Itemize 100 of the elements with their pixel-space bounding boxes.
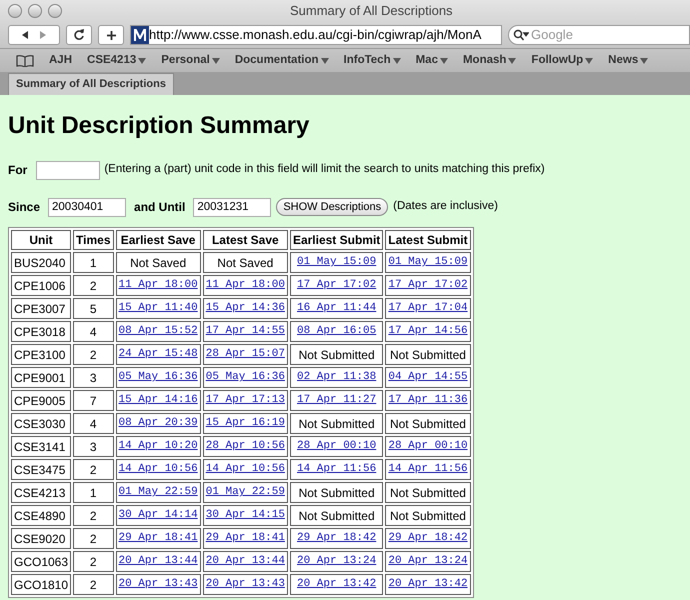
- table-cell: CPE9005: [11, 390, 72, 411]
- date-link[interactable]: 20 Apr 13:42: [385, 574, 471, 595]
- date-link[interactable]: 29 Apr 18:41: [202, 528, 288, 549]
- table-cell: 3: [73, 367, 114, 388]
- window-control-icon[interactable]: [28, 4, 42, 18]
- date-link[interactable]: 17 Apr 11:36: [385, 390, 471, 411]
- until-date-field[interactable]: 20031231: [193, 198, 272, 216]
- table-cell: Not Saved: [116, 252, 201, 273]
- date-link[interactable]: 20 Apr 13:44: [202, 551, 288, 572]
- add-bookmark-button[interactable]: [98, 25, 124, 45]
- table-cell: Not Submitted: [385, 505, 471, 526]
- date-link[interactable]: 15 Apr 16:19: [202, 413, 288, 434]
- date-link[interactable]: 11 Apr 18:00: [116, 275, 201, 296]
- date-link[interactable]: 24 Apr 15:48: [116, 344, 201, 365]
- date-link[interactable]: 08 Apr 15:52: [116, 321, 201, 342]
- back-forward-button[interactable]: [8, 25, 60, 45]
- bookmark-item[interactable]: News: [608, 52, 648, 70]
- date-link[interactable]: 02 Apr 11:38: [290, 367, 384, 388]
- date-link[interactable]: 28 Apr 10:56: [202, 436, 288, 457]
- dropdown-caret-icon: [212, 58, 220, 64]
- table-cell: GCO1810: [11, 574, 72, 595]
- field-label: Since: [8, 199, 40, 216]
- date-link[interactable]: 01 May 22:59: [202, 482, 288, 503]
- bookmark-item[interactable]: Documentation: [234, 52, 329, 70]
- bookmark-item[interactable]: CSE4213: [87, 52, 146, 70]
- date-link[interactable]: 04 Apr 14:55: [385, 367, 471, 388]
- table-cell: CSE4890: [11, 505, 72, 526]
- date-link[interactable]: 20 Apr 13:24: [290, 551, 384, 572]
- dropdown-caret-icon: [320, 58, 329, 64]
- date-link[interactable]: 17 Apr 17:02: [290, 275, 384, 296]
- date-link[interactable]: 17 Apr 17:13: [202, 390, 288, 411]
- bookmark-item[interactable]: InfoTech: [344, 52, 401, 70]
- table-cell: CPE1006: [11, 275, 72, 296]
- table-cell: 5: [73, 298, 114, 319]
- date-link[interactable]: 05 May 16:36: [116, 367, 201, 388]
- date-link[interactable]: 30 Apr 14:14: [116, 505, 201, 526]
- date-link[interactable]: 20 Apr 13:43: [202, 574, 288, 595]
- date-link[interactable]: 29 Apr 18:41: [116, 528, 201, 549]
- show-descriptions-button[interactable]: SHOW Descriptions: [276, 198, 388, 216]
- table-cell: CPE9001: [11, 367, 72, 388]
- date-link[interactable]: 01 May 15:09: [385, 252, 471, 273]
- date-link[interactable]: 20 Apr 13:43: [116, 574, 201, 595]
- bookmark-item[interactable]: Monash: [462, 52, 516, 70]
- date-link[interactable]: 28 Apr 00:10: [385, 436, 471, 457]
- bookmark-item[interactable]: AJH: [49, 52, 72, 70]
- date-link[interactable]: 17 Apr 17:04: [385, 298, 471, 319]
- address-field[interactable]: http://www.csse.monash.edu.au/cgi-bin/cgiwrap/ajh/MonA: [130, 25, 502, 45]
- table-cell: Not Submitted: [290, 505, 384, 526]
- bookmark-item[interactable]: Personal: [161, 52, 220, 70]
- dropdown-caret-icon: [138, 58, 146, 64]
- table-cell: 2: [73, 528, 114, 549]
- date-link[interactable]: 15 Apr 14:36: [202, 298, 288, 319]
- date-link[interactable]: 01 May 15:09: [290, 252, 384, 273]
- table-cell: GCO1063: [11, 551, 72, 572]
- date-link[interactable]: 16 Apr 11:44: [290, 298, 384, 319]
- table-cell: 1: [73, 482, 114, 503]
- bookmark-item[interactable]: FollowUp: [531, 52, 594, 70]
- browser-tab[interactable]: Summary of All Descriptions: [8, 73, 174, 95]
- date-link[interactable]: 17 Apr 14:55: [202, 321, 288, 342]
- table-cell: 2: [73, 344, 114, 365]
- window-control-icon[interactable]: [48, 4, 62, 18]
- date-link[interactable]: 14 Apr 10:56: [116, 459, 201, 480]
- table-cell: Not Submitted: [290, 344, 384, 365]
- date-link[interactable]: 08 Apr 20:39: [116, 413, 201, 434]
- date-link[interactable]: 14 Apr 11:56: [385, 459, 471, 480]
- date-link[interactable]: 11 Apr 18:00: [202, 275, 288, 296]
- date-link[interactable]: 29 Apr 18:42: [385, 528, 471, 549]
- date-link[interactable]: 29 Apr 18:42: [290, 528, 384, 549]
- date-link[interactable]: 15 Apr 14:16: [116, 390, 201, 411]
- date-link[interactable]: 17 Apr 17:02: [385, 275, 471, 296]
- date-link[interactable]: 05 May 16:36: [202, 367, 288, 388]
- window-control-icon[interactable]: [8, 4, 22, 18]
- table-cell: CPE3100: [11, 344, 72, 365]
- date-link[interactable]: 17 Apr 11:27: [290, 390, 384, 411]
- date-link[interactable]: 28 Apr 15:07: [202, 344, 288, 365]
- column-header: Latest Save: [202, 230, 288, 250]
- table-cell: CSE4213: [11, 482, 72, 503]
- date-link[interactable]: 17 Apr 14:56: [385, 321, 471, 342]
- field-label: and Until: [134, 199, 186, 216]
- bookmark-item[interactable]: Mac: [416, 52, 448, 70]
- table-cell: CSE9020: [11, 528, 72, 549]
- date-link[interactable]: 30 Apr 14:15: [202, 505, 288, 526]
- date-link[interactable]: 14 Apr 10:56: [202, 459, 288, 480]
- reload-button[interactable]: [66, 25, 92, 45]
- date-link[interactable]: 20 Apr 13:42: [290, 574, 384, 595]
- date-link[interactable]: 20 Apr 13:24: [385, 551, 471, 572]
- date-link[interactable]: 20 Apr 13:44: [116, 551, 201, 572]
- unit-code-field[interactable]: [36, 160, 100, 180]
- date-link[interactable]: 14 Apr 10:20: [116, 436, 201, 457]
- since-date-field[interactable]: 20030401: [48, 198, 126, 216]
- window-title: Summary of All Descriptions: [290, 2, 453, 20]
- date-link[interactable]: 14 Apr 11:56: [290, 459, 384, 480]
- date-link[interactable]: 01 May 22:59: [116, 482, 201, 503]
- back-icon: [20, 30, 30, 40]
- date-link[interactable]: 28 Apr 00:10: [290, 436, 384, 457]
- table-cell: 2: [73, 275, 114, 296]
- date-link[interactable]: 15 Apr 11:40: [116, 298, 201, 319]
- date-link[interactable]: 08 Apr 16:05: [290, 321, 384, 342]
- table-cell: Not Submitted: [385, 413, 471, 434]
- table-cell: 2: [73, 459, 114, 480]
